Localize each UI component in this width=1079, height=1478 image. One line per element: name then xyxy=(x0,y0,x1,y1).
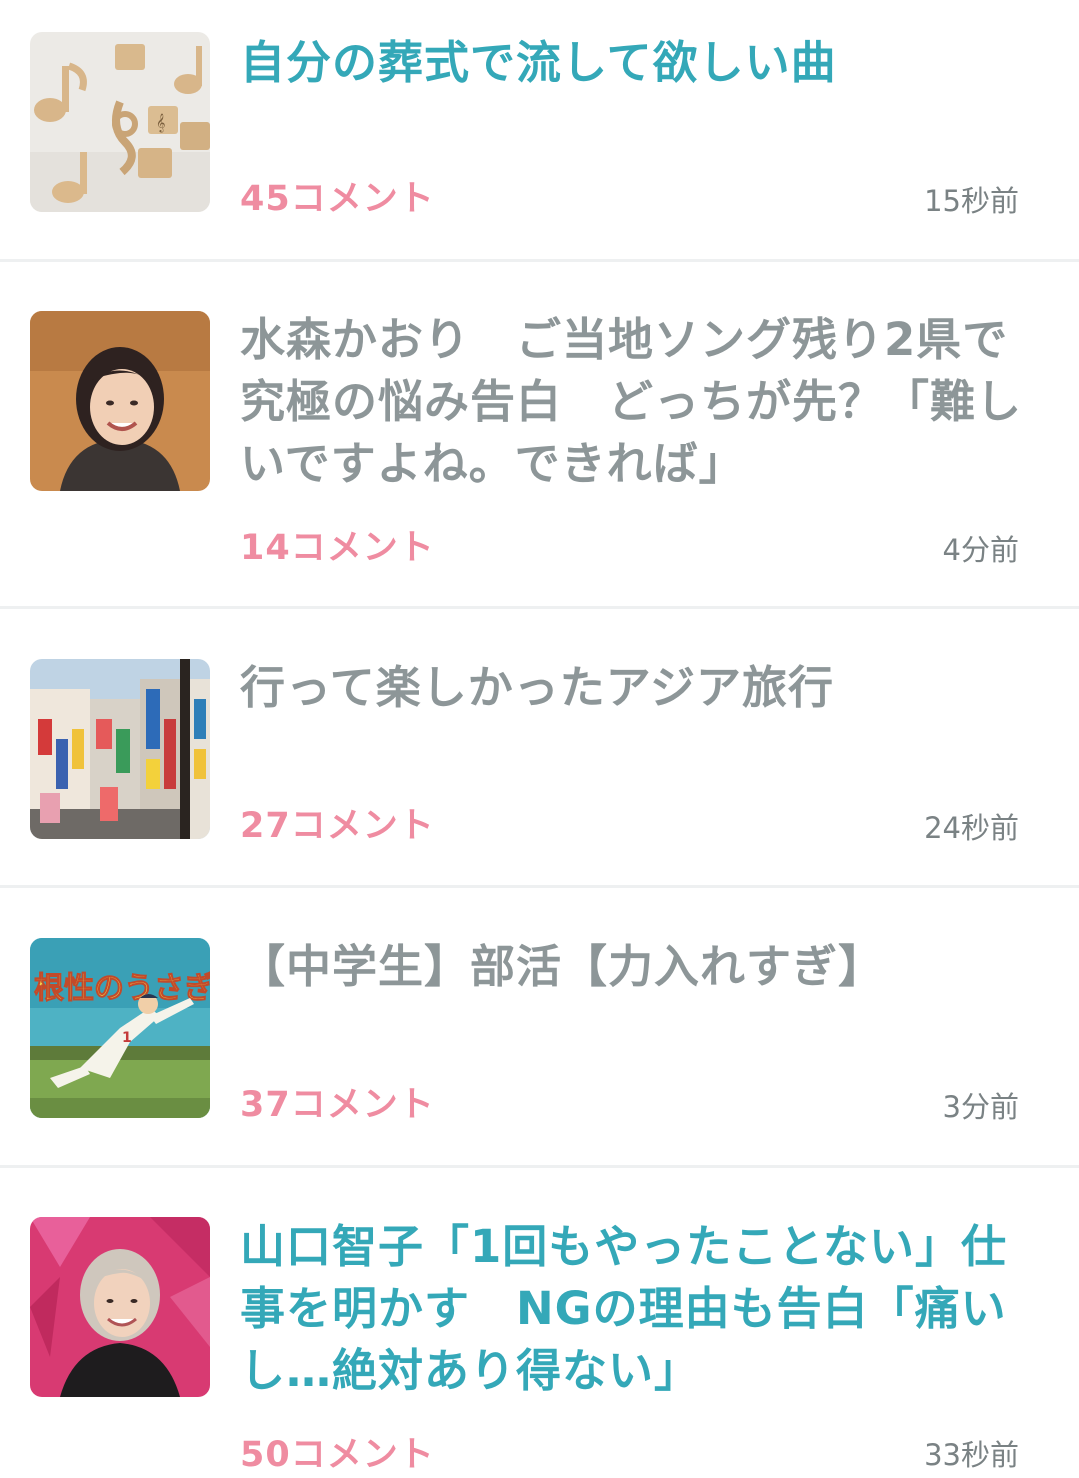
topic-item[interactable]: 山口智子「1回もやったことない」仕事を明かす NGの理由も告白「痛いし…絶対あり… xyxy=(0,1168,1079,1478)
music-notes-image: 𝄞 xyxy=(30,32,210,212)
topic-title[interactable]: 【中学生】部活【力入れすぎ】 xyxy=(240,936,1030,998)
topic-item[interactable]: 𝄞 自分の葬式で流して欲しい曲 45コメント 15秒前 xyxy=(0,0,1079,262)
topic-item[interactable]: 水森かおり ご当地ソング残り2県で究極の悩み告白 どっちが先？「難しいですよね。… xyxy=(0,262,1079,609)
comment-count: 14コメント xyxy=(240,528,435,568)
svg-text:𝄞: 𝄞 xyxy=(156,113,165,133)
topic-title[interactable]: 行って楽しかったアジア旅行 xyxy=(240,657,1030,719)
timestamp: 33秒前 xyxy=(924,1438,1019,1472)
comment-count: 45コメント xyxy=(240,179,435,219)
svg-text:1: 1 xyxy=(122,1030,132,1046)
svg-text:根性のうさぎ: 根性のうさぎ xyxy=(34,971,210,1006)
timestamp: 4分前 xyxy=(942,533,1019,567)
topic-feed: 𝄞 自分の葬式で流して欲しい曲 45コメント 15秒前 水森かおり ご当地ソング… xyxy=(0,0,1079,1478)
topic-title[interactable]: 水森かおり ご当地ソング残り2県で究極の悩み告白 どっちが先？「難しいですよね。… xyxy=(240,309,1030,495)
topic-title[interactable]: 山口智子「1回もやったことない」仕事を明かす NGの理由も告白「痛いし…絶対あり… xyxy=(240,1216,1030,1402)
woman-pink-background-image xyxy=(30,1217,210,1397)
comment-count: 27コメント xyxy=(240,806,435,846)
topic-title[interactable]: 自分の葬式で流して欲しい曲 xyxy=(240,32,1030,94)
baseball-anime-image: 根性のうさぎ 1 xyxy=(30,938,210,1118)
asian-street-signs-image xyxy=(30,659,210,839)
topic-item[interactable]: 根性のうさぎ 1 【中学生】部活【力入れすぎ】 37コメント 3分前 xyxy=(0,888,1079,1168)
timestamp: 24秒前 xyxy=(924,811,1019,845)
woman-portrait-image xyxy=(30,311,210,491)
topic-item[interactable]: 行って楽しかったアジア旅行 27コメント 24秒前 xyxy=(0,609,1079,888)
timestamp: 15秒前 xyxy=(924,184,1019,218)
comment-count: 50コメント xyxy=(240,1435,435,1475)
timestamp: 3分前 xyxy=(942,1090,1019,1124)
comment-count: 37コメント xyxy=(240,1085,435,1125)
